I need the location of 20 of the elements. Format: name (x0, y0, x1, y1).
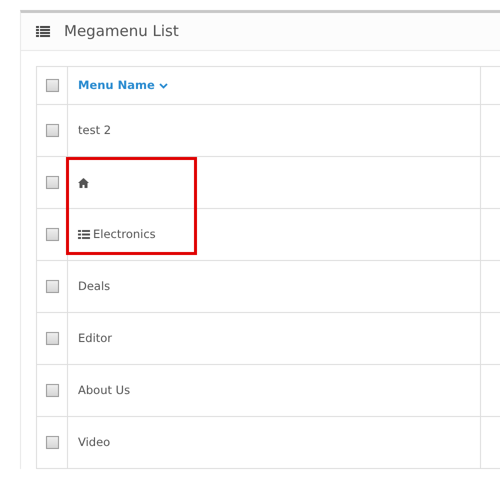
menu-name: Video (78, 434, 110, 449)
menu-name: Deals (78, 278, 110, 293)
checkbox[interactable] (46, 124, 58, 138)
checkbox[interactable] (46, 436, 58, 450)
checkbox[interactable] (46, 332, 58, 346)
checkbox[interactable] (46, 384, 58, 398)
menu-name: test 2 (78, 122, 112, 137)
list-icon (36, 26, 50, 37)
checkbox[interactable] (46, 79, 58, 92)
menu-name: Electronics (93, 226, 156, 241)
panel-title: Megamenu List (64, 21, 179, 42)
chevron-icon (158, 82, 168, 89)
sort-link[interactable]: Menu Name (78, 78, 168, 92)
home-icon (78, 178, 89, 188)
checkbox[interactable] (46, 176, 58, 190)
menu-name: Editor (78, 330, 112, 345)
menu-name: About Us (78, 382, 130, 397)
list-icon (78, 230, 90, 240)
checkbox[interactable] (46, 280, 58, 294)
checkbox[interactable] (46, 228, 58, 242)
